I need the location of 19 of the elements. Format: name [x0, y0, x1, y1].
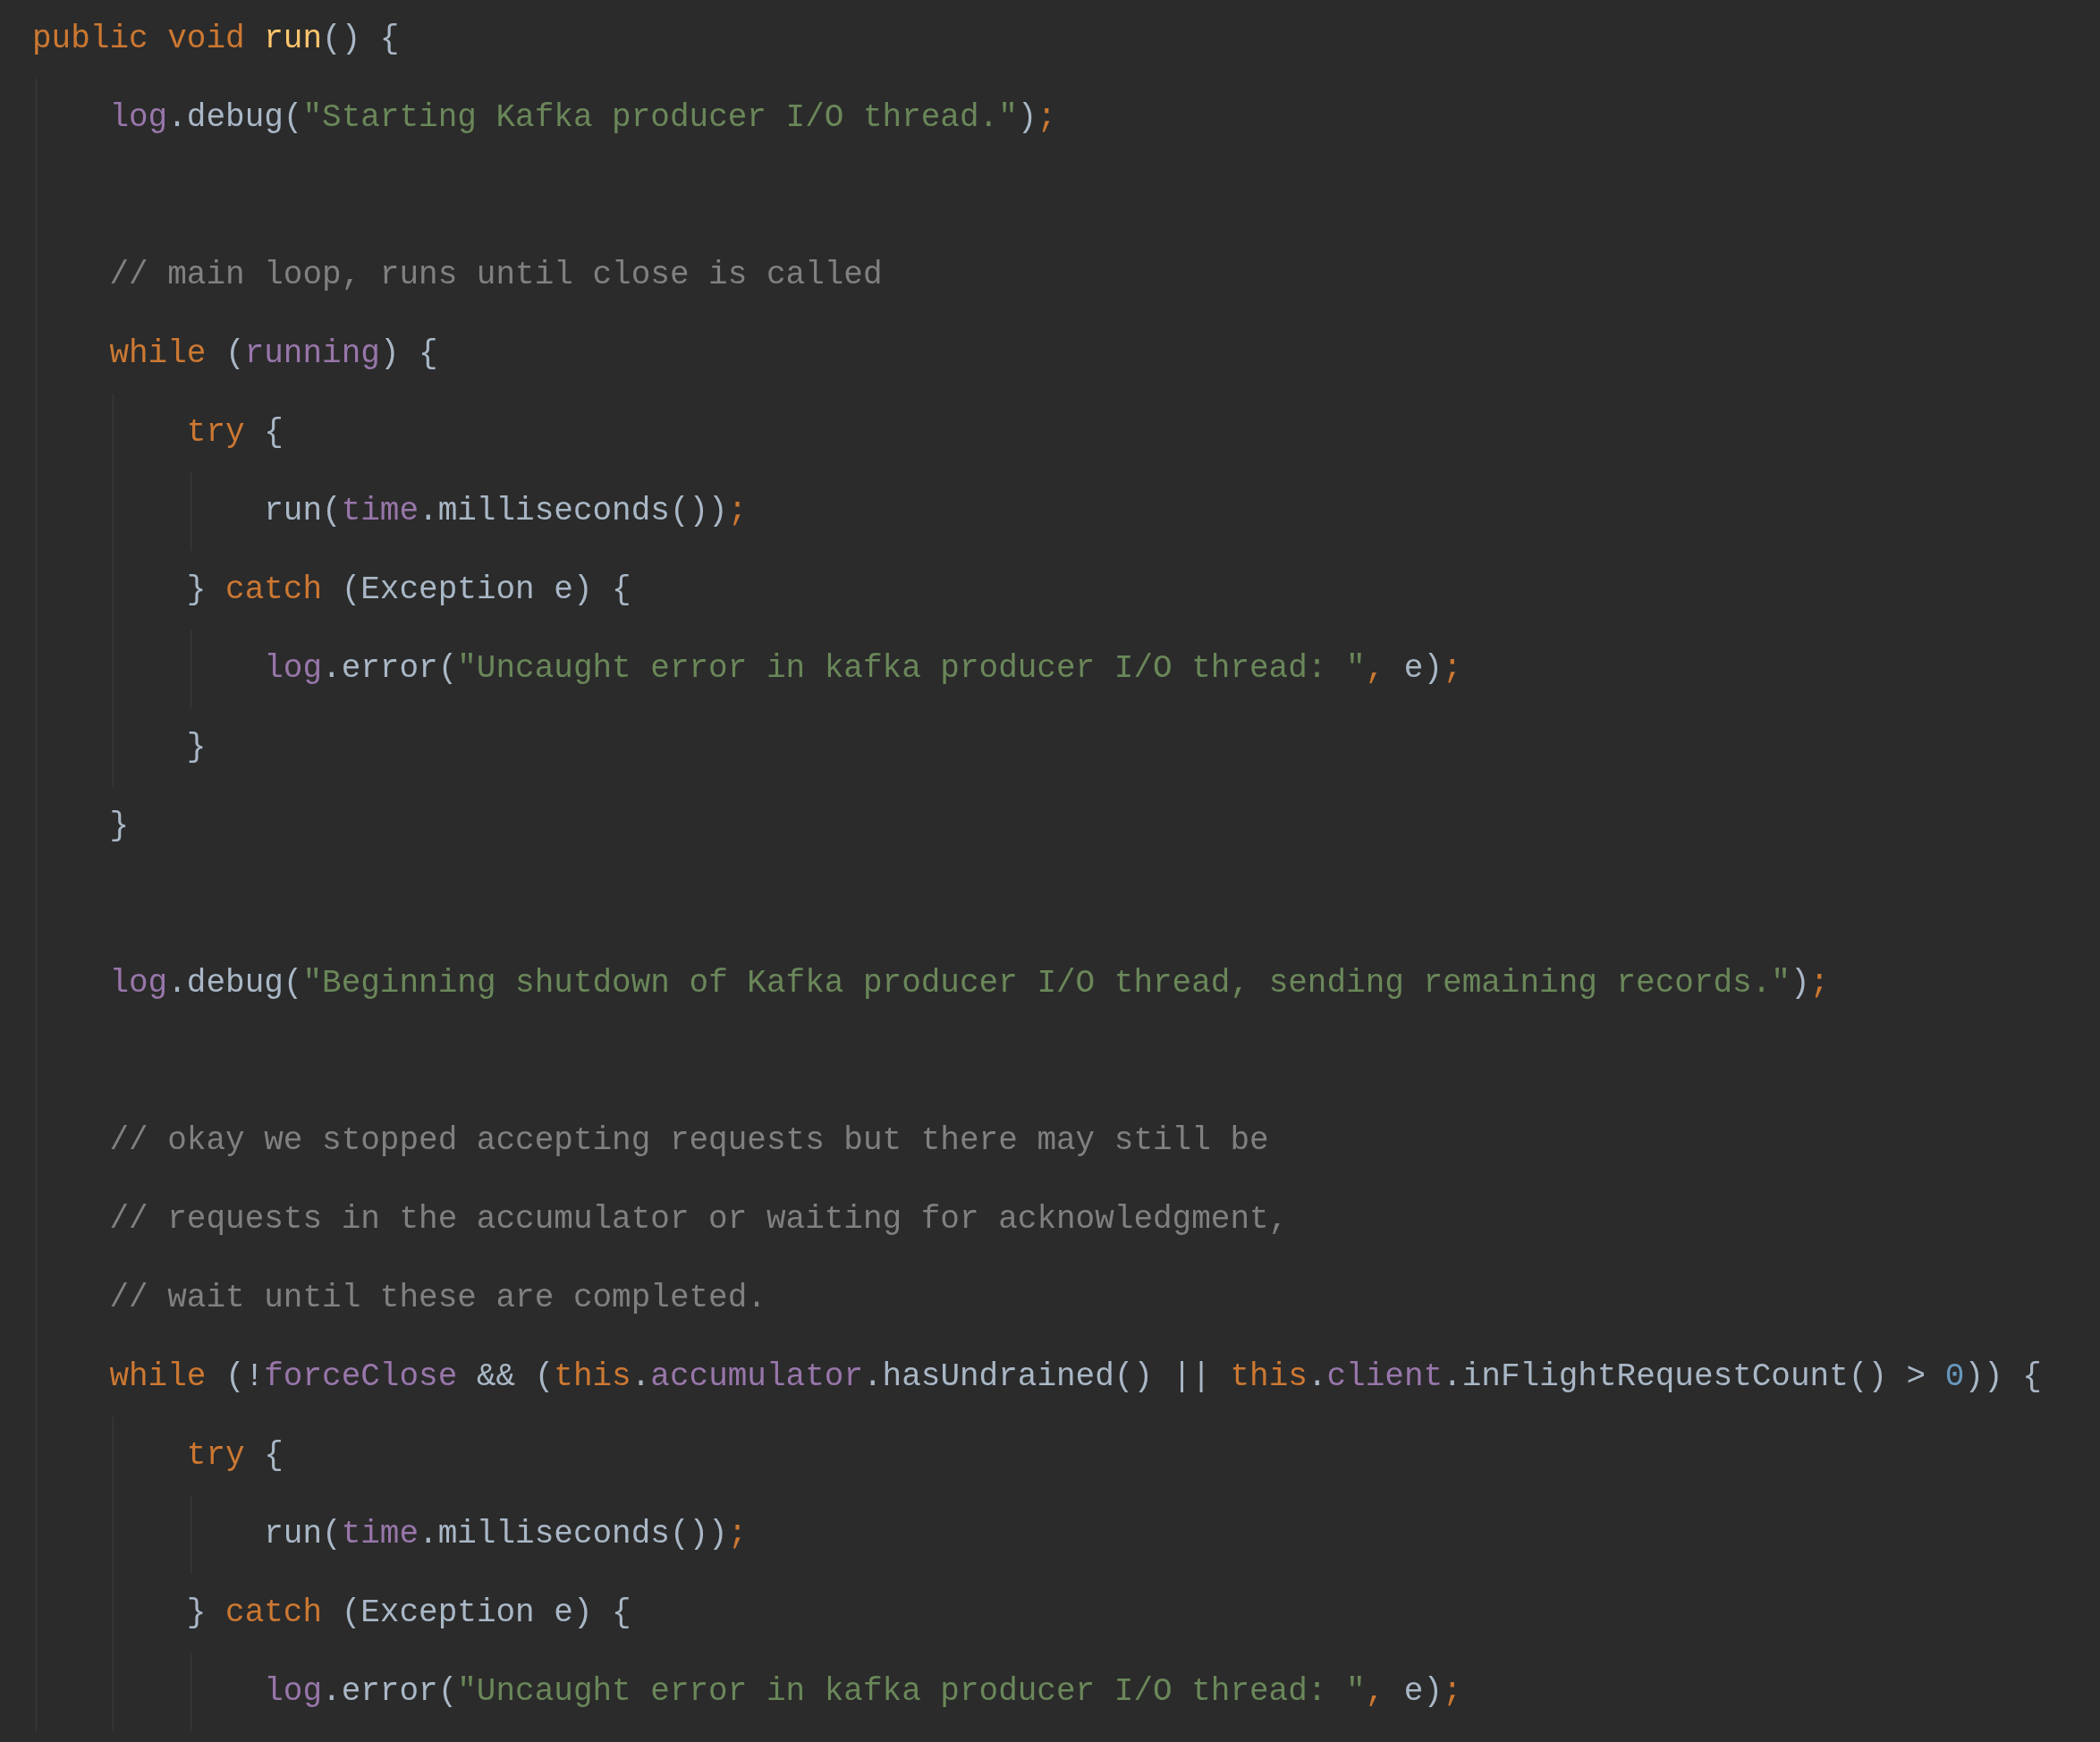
- code-line: public void run() {: [32, 23, 400, 55]
- code-line: log.debug("Beginning shutdown of Kafka producer I/O thread, sending remaining records.");: [109, 968, 1830, 1000]
- code-line: try {: [186, 417, 284, 449]
- code-line: // main loop, runs until close is called: [109, 259, 883, 292]
- code-line: run(time.milliseconds());: [264, 495, 748, 528]
- code-line: log.debug("Starting Kafka producer I/O thread.");: [109, 102, 1056, 134]
- code-line: // requests in the accumulator or waiting for acknowledgment,: [109, 1204, 1289, 1236]
- code-line: while (running) {: [109, 338, 438, 370]
- code-line: }: [109, 810, 129, 842]
- code-line: }: [186, 731, 207, 764]
- code-line: } catch (Exception e) {: [186, 1597, 631, 1629]
- code-line: // wait until these are completed.: [109, 1282, 766, 1315]
- code-line: try {: [186, 1440, 284, 1472]
- code-line: while (!forceClose && (this.accumulator.hasUndrained() || this.client.inFlightRequestCount() > 0)) {: [109, 1361, 2042, 1393]
- code-line: // okay we stopped accepting requests but there may still be: [109, 1125, 1269, 1157]
- code-line: run(time.milliseconds());: [264, 1518, 748, 1551]
- code-line: log.error("Uncaught error in kafka producer I/O thread: ", e);: [264, 653, 1462, 685]
- code-line: log.error("Uncaught error in kafka producer I/O thread: ", e);: [264, 1676, 1462, 1708]
- code-line: } catch (Exception e) {: [186, 574, 631, 606]
